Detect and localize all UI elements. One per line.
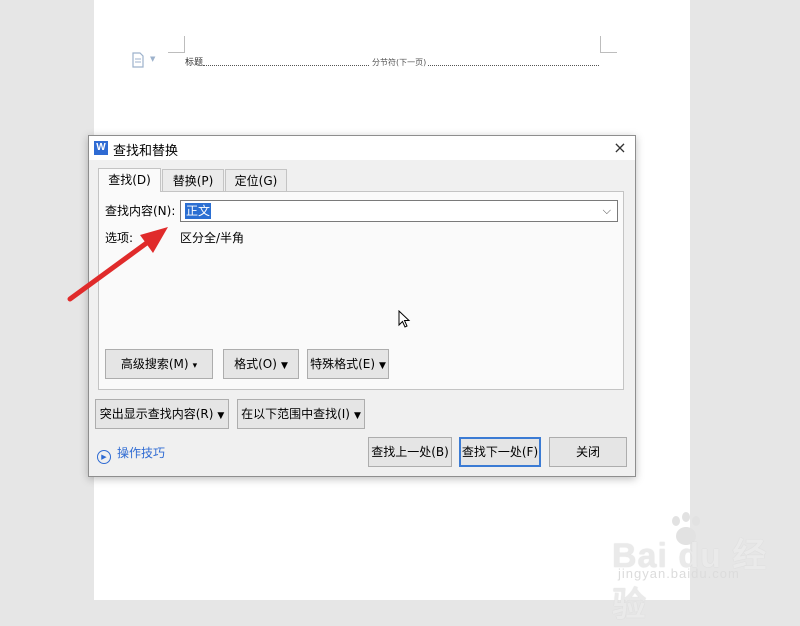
find-in-button[interactable]: 在以下范围中查找(I) ▼	[237, 399, 365, 429]
find-previous-button[interactable]: 查找上一处(B)	[368, 437, 452, 467]
caret-down-icon: ▼	[280, 361, 288, 371]
caret-down-icon: ▼	[217, 411, 225, 421]
options-value: 区分全/半角	[180, 231, 245, 245]
find-replace-dialog: W 查找和替换 × 查找(D) 替换(P) 定位(G) 查找内容(N): 正文 …	[88, 135, 636, 477]
tips-link[interactable]: ▶ 操作技巧	[97, 444, 165, 464]
dropdown-arrow-icon[interactable]: ⌵	[603, 204, 611, 218]
highlight-results-button[interactable]: 突出显示查找内容(R) ▼	[95, 399, 229, 429]
find-label: 查找内容(N):	[105, 204, 176, 218]
special-format-button[interactable]: 特殊格式(E) ▼	[307, 349, 389, 379]
close-button[interactable]: 关闭	[549, 437, 627, 467]
play-circle-icon: ▶	[97, 450, 111, 464]
close-icon[interactable]: ×	[609, 137, 631, 159]
section-break-label: 分节符(下一页)	[370, 57, 429, 68]
mouse-cursor-icon	[398, 310, 411, 328]
tips-label: 操作技巧	[117, 446, 166, 460]
highlight-label: 突出显示查找内容(R)	[99, 407, 214, 421]
format-label: 格式(O)	[234, 357, 277, 371]
watermark-url: jingyan.baidu.com	[618, 566, 740, 581]
page-margin-corner-left	[168, 36, 185, 53]
options-label: 选项:	[105, 231, 134, 245]
double-chevron-icon: ▾	[192, 361, 198, 371]
tab-find[interactable]: 查找(D)	[98, 168, 161, 192]
advanced-search-button[interactable]: 高级搜索(M) ▾	[105, 349, 213, 379]
dialog-title: 查找和替换	[113, 144, 179, 159]
special-format-label: 特殊格式(E)	[310, 357, 376, 371]
tab-replace[interactable]: 替换(P)	[162, 169, 224, 191]
find-input[interactable]: 正文 ⌵	[180, 200, 618, 222]
caret-down-icon: ▼	[353, 411, 361, 421]
wps-app-icon: W	[94, 141, 108, 155]
find-in-label: 在以下范围中查找(I)	[241, 407, 350, 421]
caret-down-icon: ▼	[379, 361, 386, 371]
chevron-down-icon: ▼	[150, 55, 156, 63]
document-heading: 标题	[185, 58, 204, 68]
format-button[interactable]: 格式(O) ▼	[223, 349, 299, 379]
advanced-search-label: 高级搜索(M)	[120, 357, 189, 371]
tab-goto[interactable]: 定位(G)	[225, 169, 287, 191]
find-input-value[interactable]: 正文	[185, 203, 212, 219]
dialog-titlebar[interactable]: W 查找和替换 ×	[89, 136, 635, 160]
document-icon	[130, 52, 146, 68]
find-next-button[interactable]: 查找下一处(F)	[459, 437, 541, 467]
page-margin-corner-right	[600, 36, 617, 53]
find-panel: 查找内容(N): 正文 ⌵ 选项: 区分全/半角 高级搜索(M) ▾ 格式(O) ▼…	[98, 191, 624, 390]
